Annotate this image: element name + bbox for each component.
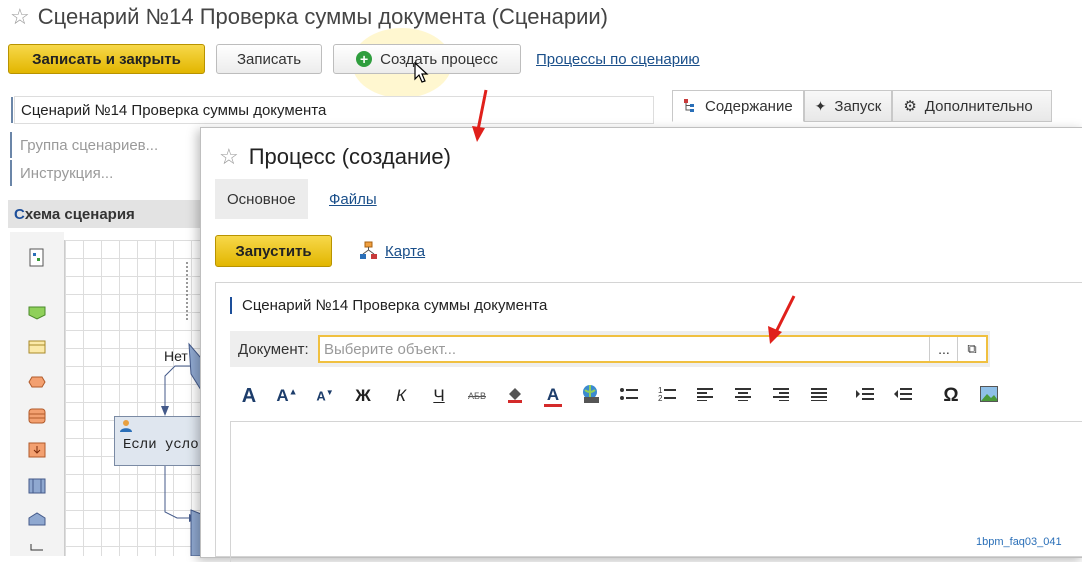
annotation-arrow-icon — [472, 89, 488, 142]
favorite-star-icon[interactable]: ☆ — [10, 4, 30, 29]
insert-image-icon[interactable] — [970, 385, 1008, 407]
font-grow-icon[interactable]: A▲ — [268, 386, 306, 406]
scenario-group-placeholder: Группа сценариев... — [20, 136, 159, 154]
create-process-label: Создать процесс — [380, 50, 498, 68]
window-title: ☆ Сценарий №14 Проверка суммы документа (… — [10, 4, 608, 30]
gear-icon: ⚙ — [903, 98, 917, 115]
save-and-close-button[interactable]: Записать и закрыть — [8, 44, 205, 74]
save-button[interactable]: Записать — [216, 44, 322, 74]
bold-icon[interactable]: Ж — [344, 386, 382, 406]
schema-title-text: хема сценария — [24, 205, 135, 223]
font-shrink-icon[interactable]: A▼ — [306, 388, 344, 403]
processes-by-scenario-link[interactable]: Процессы по сценарию — [536, 51, 700, 68]
align-center-icon[interactable] — [724, 386, 762, 406]
tab-content[interactable]: Содержание — [672, 90, 804, 122]
palette-action-icon[interactable] — [28, 340, 46, 354]
run-button-label: Запустить — [235, 242, 312, 260]
text-color-icon[interactable]: A — [544, 385, 562, 407]
document-placeholder: Выберите объект... — [324, 341, 457, 358]
palette-merge-icon[interactable] — [28, 512, 46, 526]
dialog-title: ☆ Процесс (создание) — [219, 144, 451, 170]
map-link-label: Карта — [385, 242, 426, 260]
schema-canvas[interactable]: Нет — [64, 240, 205, 556]
condition-node[interactable]: Если усло — [114, 416, 204, 466]
map-link[interactable]: Карта — [359, 241, 425, 261]
italic-icon[interactable]: К — [382, 386, 420, 406]
save-label: Записать — [236, 50, 302, 68]
palette-subprocess-icon[interactable] — [28, 478, 46, 494]
tab-additional-label: Дополнительно — [924, 97, 1033, 115]
tab-launch[interactable]: ✦ Запуск — [803, 90, 893, 122]
tab-content-label: Содержание — [705, 97, 793, 115]
schema-title-initial: С — [14, 205, 25, 223]
scenario-schema-header: Схема сценария — [8, 200, 202, 228]
indent-increase-icon[interactable] — [846, 386, 884, 406]
special-char-icon[interactable]: Ω — [932, 385, 970, 407]
tab-files[interactable]: Файлы — [317, 179, 389, 219]
process-form: Сценарий №14 Проверка суммы документа До… — [215, 282, 1082, 562]
right-tabs: Содержание ✦ Запуск ⚙ Дополнительно — [672, 90, 1053, 122]
schema-palette — [10, 232, 64, 556]
instruction-field[interactable]: Инструкция... — [10, 160, 200, 186]
palette-processing-icon[interactable] — [28, 408, 46, 424]
palette-properties-icon[interactable] — [28, 248, 46, 268]
palette-end-icon[interactable] — [28, 442, 46, 458]
open-icon[interactable]: ⧉ — [957, 337, 986, 361]
annotation-arrow-icon — [768, 295, 796, 344]
palette-start-icon[interactable] — [28, 306, 46, 320]
branch-no-label: Нет — [164, 348, 188, 364]
underline-icon[interactable]: Ч — [420, 386, 458, 406]
tab-main-label: Основное — [227, 190, 296, 208]
svg-text:2: 2 — [658, 394, 663, 402]
tab-main[interactable]: Основное — [215, 179, 308, 219]
watermark: 1bpm_faq03_041 — [976, 536, 1062, 548]
mouse-cursor-icon — [414, 62, 429, 83]
insert-link-icon[interactable] — [572, 384, 610, 409]
font-shrink-glyph: A — [316, 388, 326, 404]
font-grow-glyph: A — [276, 386, 289, 405]
tab-launch-label: Запуск — [834, 97, 882, 115]
palette-condition-icon[interactable] — [28, 376, 46, 388]
align-right-icon[interactable] — [762, 386, 800, 406]
dialog-title-text: Процесс (создание) — [248, 144, 451, 169]
indent-decrease-icon[interactable] — [884, 386, 922, 406]
schema-connectors — [161, 262, 202, 556]
align-justify-icon[interactable] — [800, 386, 838, 406]
scenario-name-value: Сценарий №14 Проверка суммы документа — [21, 101, 327, 119]
run-button[interactable]: Запустить — [215, 235, 332, 267]
formatting-toolbar: A A▲ A▼ Ж К Ч АБВ A 12 Ω — [230, 381, 1082, 411]
scenario-name-field[interactable]: Сценарий №14 Проверка суммы документа — [11, 96, 654, 124]
text-editor-area[interactable] — [230, 421, 1082, 562]
favorite-star-icon[interactable]: ☆ — [219, 144, 239, 169]
process-create-dialog: ☆ Процесс (создание) Основное Файлы Запус… — [200, 127, 1082, 562]
user-icon — [120, 420, 132, 432]
document-input[interactable]: Выберите объект... ... ⧉ — [318, 335, 988, 363]
strikethrough-icon[interactable]: АБВ — [458, 391, 496, 401]
instruction-placeholder: Инструкция... — [20, 164, 114, 182]
palette-connector-icon[interactable] — [28, 544, 46, 556]
bullet-list-icon[interactable] — [610, 386, 648, 406]
tab-files-label: Файлы — [329, 190, 377, 208]
document-label: Документ: — [238, 341, 309, 358]
condition-node-label: Если усло — [123, 437, 199, 453]
plus-icon: + — [356, 51, 373, 67]
align-left-icon[interactable] — [686, 386, 724, 406]
document-select-button[interactable]: ... — [929, 337, 958, 361]
process-map-icon — [360, 241, 377, 259]
tree-icon — [684, 99, 694, 112]
save-and-close-label: Записать и закрыть — [32, 50, 181, 68]
fill-color-icon[interactable] — [496, 385, 534, 408]
window-title-text: Сценарий №14 Проверка суммы документа (С… — [37, 4, 608, 29]
numbered-list-icon[interactable]: 12 — [648, 386, 686, 407]
tab-additional[interactable]: ⚙ Дополнительно — [892, 90, 1053, 122]
magic-wand-icon: ✦ — [814, 97, 827, 114]
scenario-label: Сценарий №14 Проверка суммы документа — [230, 297, 547, 314]
document-row: Документ: Выберите объект... ... ⧉ — [230, 331, 990, 367]
font-icon[interactable]: A — [230, 385, 268, 408]
scenario-group-field[interactable]: Группа сценариев... — [10, 132, 200, 158]
